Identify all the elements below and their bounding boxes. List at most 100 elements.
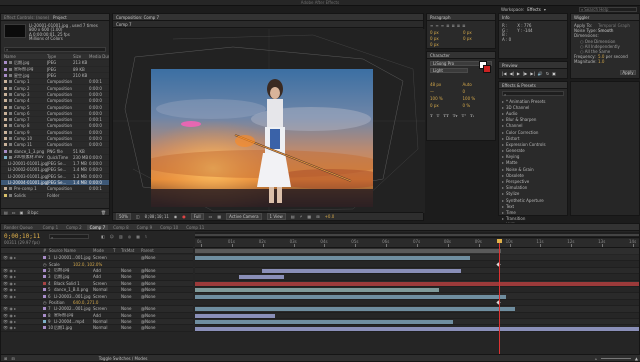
layer-trkmat[interactable]: None [121,313,141,318]
baseline-shift-field[interactable]: 0 px [430,103,460,108]
av-switches[interactable]: 👁 ◉ ▸ [1,306,43,311]
layer-name[interactable]: 后期.jpg [54,274,93,279]
disclosure-triangle-icon[interactable]: ▸ [502,136,504,141]
layer-label-swatch[interactable] [43,288,46,292]
layer-label-swatch[interactable] [43,320,46,324]
av-switches[interactable]: 👁 ◉ ▸ [1,313,43,318]
layer-name[interactable]: dance_1_B.0.png [54,287,93,292]
layer-mode[interactable]: Screen [93,281,113,286]
layer-parent[interactable]: None [145,325,165,330]
loop-button[interactable]: ↻ [546,71,549,76]
color-icon[interactable]: ● [182,214,186,219]
layer-duration-bar[interactable] [195,288,440,293]
col-trkmat[interactable]: TrkMat [121,248,141,253]
camera-icon[interactable]: ◉ [174,214,178,219]
tsume-field[interactable]: 0 % [463,103,493,108]
subscript-button[interactable]: T₁ [470,113,474,118]
disclosure-triangle-icon[interactable]: ▸ [502,130,504,135]
first-frame-button[interactable]: |◀ [502,71,506,76]
disclosure-triangle-icon[interactable]: ▸ [502,148,504,153]
roi-icon[interactable]: ▭ [209,214,213,219]
work-area-bar[interactable] [195,248,639,254]
label-color-swatch[interactable] [4,80,7,84]
disclosure-triangle-icon[interactable]: ▸ [502,154,504,159]
tab-preview[interactable]: Preview [502,63,518,68]
playhead[interactable] [499,239,501,355]
layer-duration-bar[interactable] [239,275,284,280]
project-search-input[interactable]: ⌕ [4,47,106,52]
color-swatches[interactable] [479,61,491,73]
leading-field[interactable]: Auto [463,82,493,87]
workspace-select[interactable]: Effects [527,7,541,12]
toggle-pixel-icon[interactable]: ▤ [291,214,295,219]
layer-name[interactable]: LI-20003...001.jpg [54,294,93,299]
label-color-swatch[interactable] [4,193,7,197]
label-color-swatch[interactable] [4,155,7,159]
layer-duration-bar[interactable] [261,268,462,273]
label-color-swatch[interactable] [4,124,7,128]
layer-label-swatch[interactable] [43,313,46,317]
label-color-swatch[interactable] [4,74,7,78]
col-source-name[interactable]: Source Name [49,248,93,253]
col-duration[interactable]: Media Dura [89,54,109,59]
motion-blur-icon[interactable]: ◎ [128,234,132,239]
tab-effects-presets[interactable]: Effects & Presets [502,83,536,88]
effects-search-input[interactable]: ⌕ [502,91,564,97]
justify-center-icon[interactable]: ≣ [451,23,454,28]
layer-duration-bar[interactable] [195,256,471,261]
layer-parent[interactable]: None [145,287,165,292]
justify-left-icon[interactable]: ≣ [446,23,449,28]
previous-frame-button[interactable]: ◀| [509,71,513,76]
disclosure-triangle-icon[interactable]: ▸ [502,142,504,147]
disclosure-triangle-icon[interactable]: ▸ [502,191,504,196]
layer-trkmat[interactable]: None [121,274,141,279]
layer-row[interactable]: 👁 ◉ ▸ 10 后期1.jpg Normal None @ None [1,325,193,332]
layer-trkmat[interactable]: None [121,281,141,286]
stroke-color-swatch[interactable] [483,65,491,73]
disclosure-triangle-icon[interactable]: ▸ [502,173,504,178]
layer-mode[interactable]: Add [93,313,113,318]
small-caps-button[interactable]: Tт [453,113,458,118]
comp-tab[interactable]: Comp 1 [40,225,62,230]
label-color-swatch[interactable] [4,86,7,90]
col-parent[interactable]: Parent [141,248,171,253]
trash-icon[interactable]: 🗑 [101,210,106,215]
label-color-swatch[interactable] [4,111,7,115]
horizontal-scale-field[interactable]: 100 % [463,96,493,101]
play-button[interactable]: ▶ [517,71,520,76]
layer-parent[interactable]: None [145,313,165,318]
justify-all-icon[interactable]: ≣ [462,23,465,28]
layer-name[interactable]: 星际图.jpg [54,313,93,318]
draft-3d-icon[interactable]: ◧ [101,234,105,239]
magnification-select[interactable]: 50% [116,213,131,220]
layer-parent[interactable]: None [145,274,165,279]
bpc-label[interactable]: 8 bpc [27,210,38,215]
space-before-field[interactable]: 0 px [463,36,492,41]
first-line-indent-field[interactable]: 0 px [430,36,459,41]
label-color-swatch[interactable] [4,149,7,153]
tab-info[interactable]: Info [502,15,510,20]
disclosure-triangle-icon[interactable]: ▸ [502,99,504,104]
layer-duration-bar[interactable] [195,313,275,318]
av-switches[interactable]: 👁 ◉ ▸ [1,255,43,260]
frame-blend-icon[interactable]: ▥ [119,234,123,239]
align-left-icon[interactable]: ≡ [430,23,433,28]
new-composition-icon[interactable]: ▣ [20,210,24,215]
comp-tab[interactable]: Comp 9 [134,225,156,230]
playhead-handle[interactable] [497,239,503,243]
tracking-field[interactable]: 0 [463,89,493,94]
disclosure-triangle-icon[interactable]: ▸ [502,210,504,215]
label-color-swatch[interactable] [4,137,7,140]
layer-trkmat[interactable]: None [121,268,141,273]
disclosure-triangle-icon[interactable]: ▸ [502,204,504,209]
font-style-select[interactable]: Light [430,68,468,73]
comp-tab[interactable]: Comp 11 [183,225,207,230]
layer-mode[interactable]: Screen [93,255,113,260]
audio-button[interactable]: 🔊 [538,71,543,76]
justify-right-icon[interactable]: ≣ [457,23,460,28]
resolution-select[interactable]: Full [190,213,204,220]
layer-parent[interactable]: None [145,306,165,311]
layer-mode[interactable]: Screen [93,294,113,299]
indent-left-field[interactable]: 0 px [430,30,459,35]
tab-wiggler[interactable]: Wiggler [574,15,589,20]
